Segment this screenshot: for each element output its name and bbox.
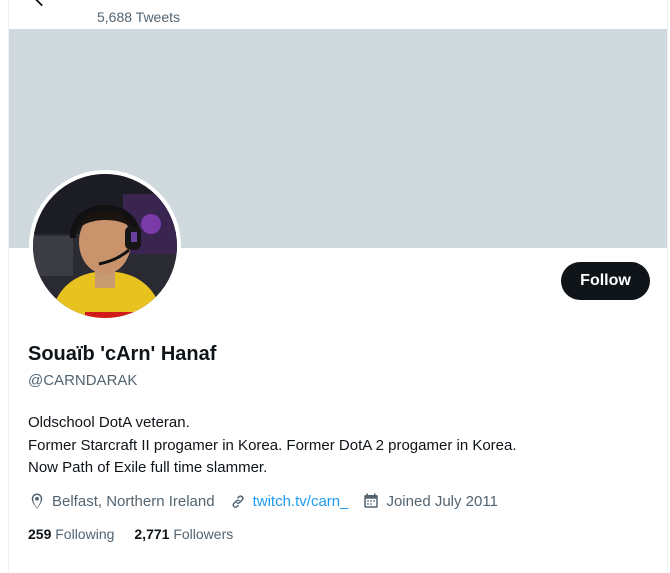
follow-button[interactable]: Follow bbox=[561, 262, 650, 300]
following-label: Following bbox=[55, 526, 115, 542]
location-pin-icon bbox=[31, 493, 43, 509]
bio-line: Oldschool DotA veteran. bbox=[28, 414, 190, 431]
website-link[interactable]: twitch.tv/carn_ bbox=[253, 493, 349, 510]
frame-border-right bbox=[667, 0, 668, 573]
location-text: Belfast, Northern Ireland bbox=[52, 492, 215, 510]
joined-text: Joined July 2011 bbox=[386, 492, 498, 510]
back-button[interactable] bbox=[31, 0, 59, 12]
followers-count: 2,771 bbox=[134, 526, 170, 542]
profile-meta: Belfast, Northern Ireland twitch.tv/carn… bbox=[28, 490, 512, 512]
location-item: Belfast, Northern Ireland bbox=[28, 492, 215, 510]
avatar[interactable] bbox=[29, 170, 181, 322]
followers-label: Followers bbox=[173, 526, 234, 542]
user-handle: @CARNDARAK bbox=[28, 372, 138, 389]
bio-line: Now Path of Exile full time slammer. bbox=[28, 459, 268, 476]
link-icon bbox=[232, 495, 244, 508]
calendar-icon bbox=[364, 493, 379, 508]
follow-stats: 259 Following 2,771 Followers bbox=[28, 526, 253, 542]
joined-item: Joined July 2011 bbox=[362, 492, 498, 510]
avatar-image bbox=[33, 174, 177, 318]
display-name: Souaïb 'cArn' Hanaf bbox=[28, 343, 217, 365]
bio-line: Former Starcraft II progamer in Korea. F… bbox=[28, 436, 517, 454]
profile-header-bar: 5,688 Tweets bbox=[9, 0, 667, 29]
website-item[interactable]: twitch.tv/carn_ bbox=[229, 492, 349, 510]
profile-bio: Oldschool DotA veteran. Former Starcraft… bbox=[28, 412, 628, 480]
following-link[interactable]: 259 Following bbox=[28, 526, 114, 542]
following-count: 259 bbox=[28, 526, 52, 542]
arrow-left-icon bbox=[35, 0, 43, 7]
tweet-count: 5,688 Tweets bbox=[97, 9, 181, 25]
followers-link[interactable]: 2,771 Followers bbox=[134, 526, 233, 542]
